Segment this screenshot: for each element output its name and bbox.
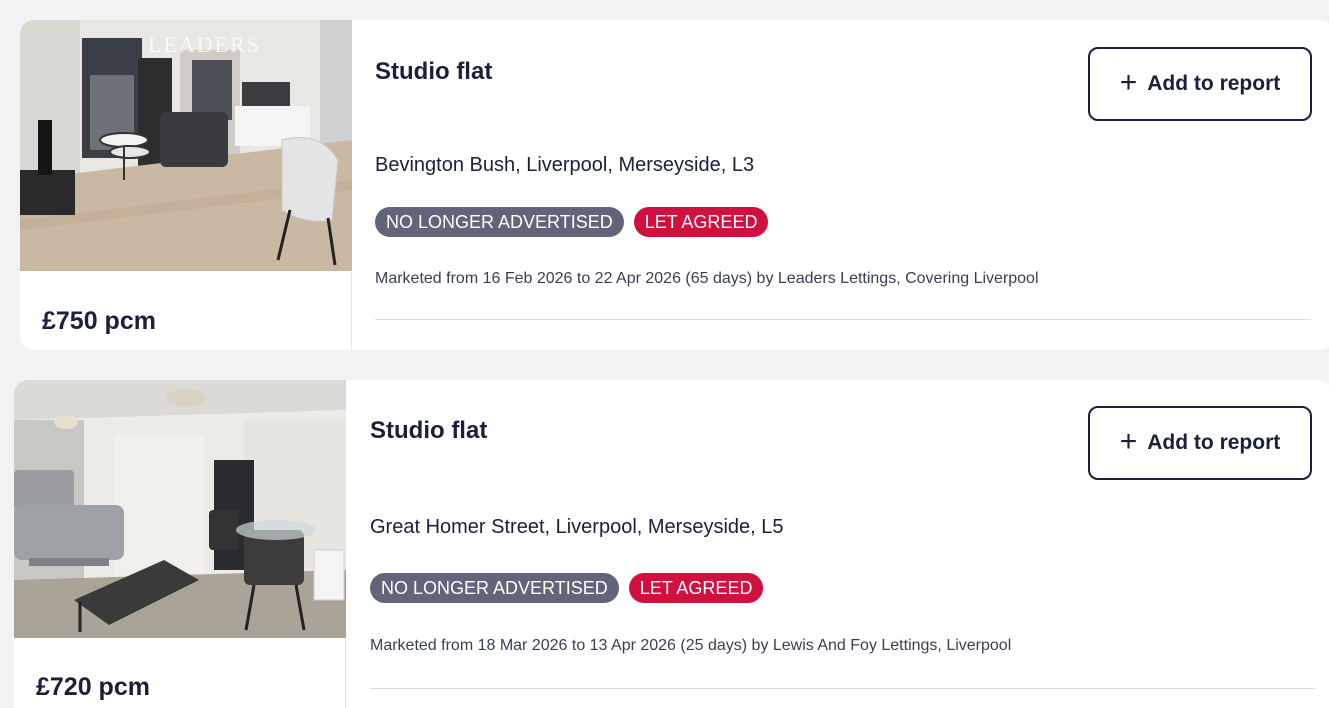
listing-thumbnail-column: LEADERS £750 pcm xyxy=(20,20,352,350)
listing-address: Bevington Bush, Liverpool, Merseyside, L… xyxy=(375,154,755,176)
property-photo[interactable]: LEADERS xyxy=(20,20,352,271)
divider xyxy=(370,688,1315,689)
add-to-report-label: Add to report xyxy=(1147,72,1281,95)
listing-address: Great Homer Street, Liverpool, Merseysid… xyxy=(370,516,784,538)
status-badges: NO LONGER ADVERTISED LET AGREED xyxy=(375,207,769,237)
plus-icon: + xyxy=(1119,65,1138,99)
property-photo[interactable] xyxy=(14,380,346,638)
listing-price: £720 pcm xyxy=(36,673,150,701)
plus-icon: + xyxy=(1119,424,1138,458)
listing-title[interactable]: Studio flat xyxy=(370,417,487,445)
no-longer-advertised-badge: NO LONGER ADVERTISED xyxy=(370,573,619,603)
svg-text:LEADERS: LEADERS xyxy=(148,32,261,57)
divider xyxy=(375,319,1311,320)
add-to-report-button[interactable]: + Add to report xyxy=(1088,47,1312,121)
let-agreed-badge: LET AGREED xyxy=(628,573,764,603)
add-to-report-button[interactable]: + Add to report xyxy=(1088,406,1312,480)
marketed-info: Marketed from 16 Feb 2026 to 22 Apr 2026… xyxy=(375,270,1039,287)
listing-card: £720 pcm Studio flat + Add to report Gre… xyxy=(14,380,1329,708)
no-longer-advertised-badge: NO LONGER ADVERTISED xyxy=(375,207,624,237)
listing-price: £750 pcm xyxy=(42,307,156,335)
let-agreed-badge: LET AGREED xyxy=(633,207,769,237)
marketed-info: Marketed from 18 Mar 2026 to 13 Apr 2026… xyxy=(370,637,1012,654)
listing-card: LEADERS £750 pcm Studio flat + Add to re… xyxy=(20,20,1329,350)
listing-title[interactable]: Studio flat xyxy=(375,58,492,86)
listing-thumbnail-column: £720 pcm xyxy=(14,380,346,708)
add-to-report-label: Add to report xyxy=(1147,431,1281,454)
status-badges: NO LONGER ADVERTISED LET AGREED xyxy=(370,573,764,603)
